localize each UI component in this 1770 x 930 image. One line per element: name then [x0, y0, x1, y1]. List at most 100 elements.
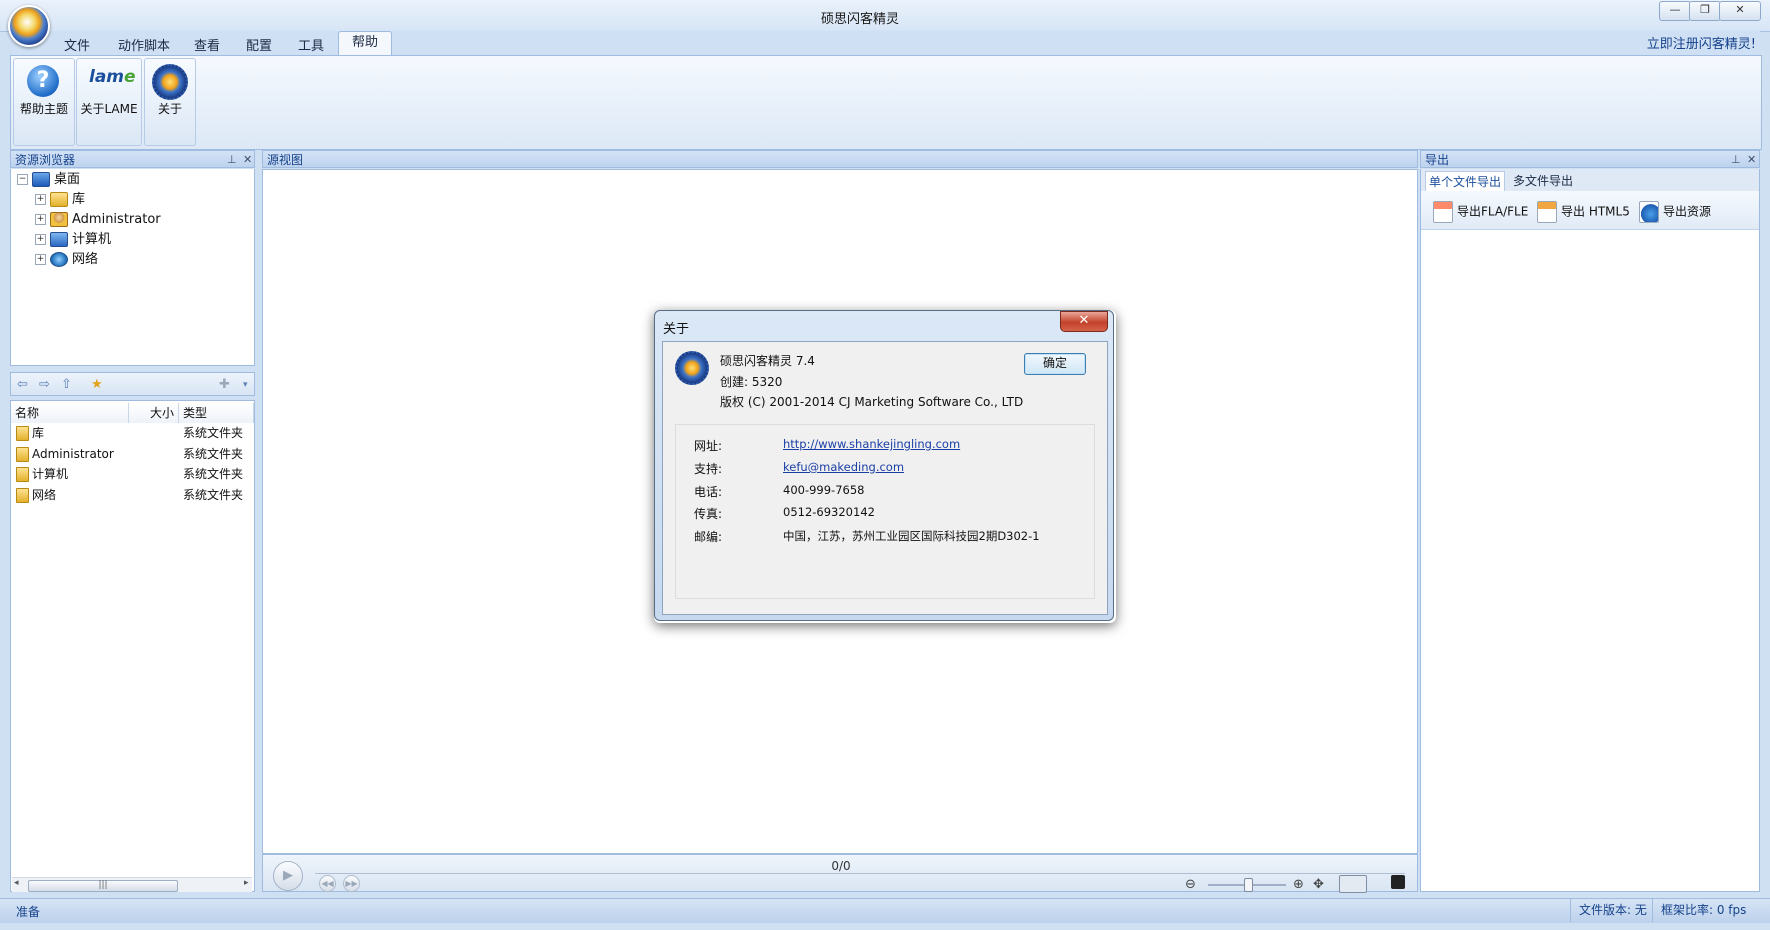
tree-item-library[interactable]: + 库: [35, 191, 85, 209]
tree-label: Administrator: [72, 212, 161, 227]
export-panel: 单个文件导出 多文件导出 导出FLA/FLE 导出 HTML5 导出资源: [1420, 169, 1760, 892]
list-item[interactable]: 计算机 系统文件夹: [11, 464, 254, 484]
next-frame-icon[interactable]: ▶▶: [343, 875, 360, 892]
resource-browser-header: 资源浏览器 ⊥ ✕: [10, 150, 255, 168]
resource-export-icon: [1639, 201, 1659, 223]
expand-icon[interactable]: +: [35, 234, 46, 245]
tree-item-computer[interactable]: + 计算机: [35, 231, 111, 249]
about-button[interactable]: 关于: [144, 58, 196, 146]
favorites-star-icon[interactable]: ★: [91, 377, 103, 392]
tree-label: 网络: [72, 252, 99, 267]
export-html5-button[interactable]: 导出 HTML5: [1537, 201, 1630, 223]
tab-tools[interactable]: 工具: [298, 35, 324, 54]
about-lame-label: 关于LAME: [80, 102, 138, 116]
dialog-close-button[interactable]: ✕: [1060, 311, 1108, 332]
fit-view-icon[interactable]: [1339, 875, 1367, 893]
column-type[interactable]: 类型: [179, 403, 254, 423]
status-bar: [0, 898, 1770, 923]
tab-multi-file-export[interactable]: 多文件导出: [1513, 172, 1573, 189]
tree-item-desktop[interactable]: − 桌面: [17, 171, 80, 189]
help-topics-button[interactable]: ? 帮助主题: [13, 58, 75, 146]
export-panel-title: 导出: [1425, 153, 1450, 167]
close-window-button[interactable]: ✕: [1719, 1, 1761, 21]
background-color-icon[interactable]: [1391, 875, 1405, 889]
zoom-in-icon[interactable]: ⊕: [1293, 877, 1304, 892]
column-size[interactable]: 大小: [129, 403, 179, 423]
ok-button[interactable]: 确定: [1024, 353, 1086, 375]
expand-icon[interactable]: +: [35, 254, 46, 265]
tree-label: 库: [72, 192, 86, 207]
source-view-title: 源视图: [267, 153, 304, 167]
forward-icon[interactable]: ⇨: [39, 377, 50, 392]
lame-icon-text: lam: [89, 67, 125, 87]
timeline-track[interactable]: [315, 873, 1405, 874]
address-value: 中国，江苏，苏州工业园区国际科技园2期D302-1: [783, 529, 1040, 543]
tab-help[interactable]: 帮助: [338, 31, 392, 56]
fax-label: 传真:: [694, 507, 723, 521]
register-link[interactable]: 立即注册闪客精灵!: [1647, 33, 1756, 52]
export-resources-label: 导出资源: [1663, 204, 1712, 219]
lame-icon-accent: e: [124, 67, 136, 87]
tab-single-file-export[interactable]: 单个文件导出: [1425, 171, 1506, 191]
scroll-right-icon[interactable]: ▸: [244, 878, 249, 888]
about-icon: [152, 64, 188, 100]
user-folder-icon: [50, 212, 68, 227]
up-folder-icon[interactable]: ⇧: [61, 377, 72, 392]
tree-item-network[interactable]: + 网络: [35, 251, 98, 269]
close-panel-icon[interactable]: ✕: [1747, 151, 1756, 169]
minimize-button[interactable]: —: [1659, 1, 1691, 21]
tree-item-administrator[interactable]: + Administrator: [35, 211, 161, 229]
folder-icon: [16, 488, 29, 503]
export-tab-strip: 单个文件导出 多文件导出: [1421, 169, 1759, 192]
app-menu-orb[interactable]: [8, 5, 50, 47]
tab-config[interactable]: 配置: [246, 35, 272, 54]
tab-view[interactable]: 查看: [194, 35, 220, 54]
restore-button[interactable]: ❐: [1689, 1, 1721, 21]
fla-export-icon: [1433, 201, 1453, 223]
contact-info-box: 网址: http://www.shankejingling.com 支持: ke…: [675, 424, 1095, 599]
list-item[interactable]: 网络 系统文件夹: [11, 485, 254, 505]
about-lame-button[interactable]: lame 关于LAME: [76, 58, 142, 146]
pin-icon[interactable]: ⊥: [227, 151, 237, 169]
pin-icon[interactable]: ⊥: [1731, 151, 1741, 169]
list-item[interactable]: Administrator 系统文件夹: [11, 444, 254, 464]
list-item[interactable]: 库 系统文件夹: [11, 423, 254, 443]
scrollbar-thumb[interactable]: |||: [28, 880, 178, 892]
tab-file[interactable]: 文件: [64, 35, 90, 54]
html5-export-icon: [1537, 201, 1557, 223]
file-name: 库: [32, 426, 45, 440]
copyright-text: 版权 (C) 2001-2014 CJ Marketing Software C…: [720, 395, 1024, 409]
file-type: 系统文件夹: [183, 467, 244, 481]
zoom-slider[interactable]: [1208, 878, 1286, 892]
pan-zoom-icon[interactable]: ✥: [1313, 877, 1324, 892]
column-name[interactable]: 名称: [11, 403, 129, 423]
desktop-icon: [32, 172, 50, 187]
folder-tree: − 桌面 + 库 + Administrator + 计算机 + 网络: [10, 169, 255, 366]
close-panel-icon[interactable]: ✕: [243, 151, 252, 169]
website-link[interactable]: http://www.shankejingling.com: [783, 437, 960, 451]
previous-frame-icon[interactable]: ◀◀: [319, 875, 336, 892]
collapse-icon[interactable]: −: [17, 174, 28, 185]
dropdown-arrow-icon[interactable]: ▾: [243, 380, 248, 390]
product-version: 硕思闪客精灵 7.4: [720, 354, 815, 368]
expand-icon[interactable]: +: [35, 214, 46, 225]
export-fla-button[interactable]: 导出FLA/FLE: [1433, 201, 1528, 223]
zoom-slider-thumb[interactable]: [1244, 878, 1253, 892]
fax-value: 0512-69320142: [783, 505, 875, 519]
horizontal-scrollbar[interactable]: ◂ ||| ▸: [12, 877, 252, 892]
play-button[interactable]: ▶: [273, 861, 303, 891]
tab-actionscript[interactable]: 动作脚本: [118, 35, 170, 54]
add-icon[interactable]: ✚: [219, 377, 230, 392]
dialog-content: 硕思闪客精灵 7.4 创建: 5320 版权 (C) 2001-2014 CJ …: [662, 341, 1108, 615]
scroll-left-icon[interactable]: ◂: [14, 878, 19, 888]
export-resources-button[interactable]: 导出资源: [1639, 201, 1711, 223]
zoom-out-icon[interactable]: ⊖: [1185, 877, 1196, 892]
back-icon[interactable]: ⇦: [17, 377, 28, 392]
tree-label: 桌面: [54, 172, 81, 187]
about-dialog: 关于 ✕ 硕思闪客精灵 7.4 创建: 5320 版权 (C) 2001-201…: [654, 310, 1114, 621]
file-type: 系统文件夹: [183, 488, 244, 502]
support-email-link[interactable]: kefu@makeding.com: [783, 460, 904, 474]
app-logo-icon: [675, 351, 709, 385]
expand-icon[interactable]: +: [35, 194, 46, 205]
phone-label: 电话:: [694, 485, 723, 499]
